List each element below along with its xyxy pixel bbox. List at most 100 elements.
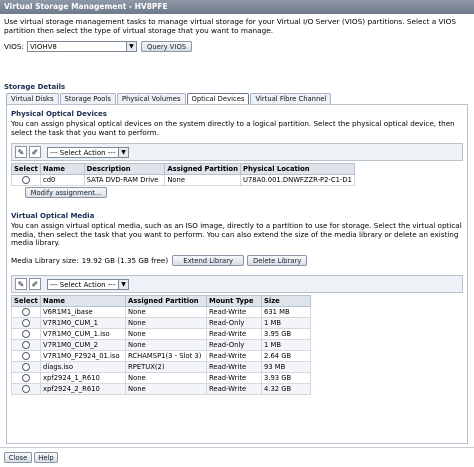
select-all-icon[interactable]: ✎ [15, 146, 27, 158]
media-library-size-label: Media Library size: [11, 256, 79, 265]
media-partition: None [125, 339, 207, 351]
query-vios-button[interactable]: Query VIOS [140, 40, 193, 52]
media-partition: None [125, 383, 207, 395]
media-size: 3.93 GB [261, 372, 311, 384]
virtual-optical-description: You can assign virtual optical media, su… [11, 221, 462, 247]
device-location: U78A0.001.DNWFZZR-P2-C1-D1 [239, 174, 356, 186]
column-header: Name [40, 295, 126, 307]
row-select-cell[interactable] [11, 350, 41, 362]
media-mount-type: Read-Write [206, 306, 262, 318]
footer-divider [0, 447, 474, 448]
radio-button[interactable] [22, 330, 30, 338]
media-name: xpf2924_2_R610 [40, 383, 126, 395]
intro-text: Use virtual storage management tasks to … [4, 17, 457, 35]
virtual-action-select[interactable]: --- Select Action --- ▼ [47, 278, 129, 290]
table-row: diags.iso RPETUX(2) Read-Write 93 MB [11, 361, 311, 373]
media-name: xpf2924_1_R610 [40, 372, 126, 384]
deselect-all-icon[interactable]: ✐ [29, 278, 41, 290]
radio-button[interactable] [22, 374, 30, 382]
media-name: V7R1M0_CUM_1.iso [40, 328, 126, 340]
table-row: V6R1M1_ibase None Read-Write 631 MB [11, 306, 311, 318]
extend-library-button[interactable]: Extend Library [172, 255, 245, 266]
table-row: V7R1M0_CUM_2 None Read-Only 1 MB [11, 339, 311, 351]
media-mount-type: Read-Write [206, 372, 262, 384]
media-name: V7R1M0_F2924_01.iso [40, 350, 126, 362]
media-size: 93 MB [261, 361, 311, 373]
media-size: 1 MB [261, 339, 311, 351]
help-button[interactable]: Help [34, 452, 58, 463]
radio-button[interactable] [22, 308, 30, 316]
virtual-action-value: --- Select Action --- [50, 280, 116, 289]
media-partition: None [125, 328, 207, 340]
media-library-size-value: 19.92 GB (1.35 GB free) [81, 256, 169, 265]
close-button[interactable]: Close [4, 452, 32, 463]
column-header: Mount Type [206, 295, 262, 307]
storage-details-heading: Storage Details [4, 83, 66, 91]
media-partition: RCHAMSP1(3 - Slot 3) [125, 350, 207, 362]
physical-optical-description: You can assign physical optical devices … [11, 119, 455, 137]
row-select-cell[interactable] [11, 328, 41, 340]
virtual-optical-heading: Virtual Optical Media [11, 212, 95, 220]
radio-button[interactable] [22, 363, 30, 371]
column-header: Name [39, 163, 85, 175]
row-select-cell[interactable] [11, 174, 41, 186]
column-header: Description [83, 163, 166, 175]
media-library-row: Media Library size: 19.92 GB (1.35 GB fr… [11, 255, 308, 266]
media-name: V6R1M1_ibase [40, 306, 126, 318]
row-select-cell[interactable] [11, 339, 41, 351]
media-partition: None [125, 317, 207, 329]
media-size: 3.95 GB [261, 328, 311, 340]
device-description: SATA DVD-RAM Drive [83, 174, 166, 186]
column-header: Select [11, 295, 41, 307]
virtual-toolbar: ✎ ✐ --- Select Action --- ▼ [11, 275, 463, 293]
media-mount-type: Read-Write [206, 361, 262, 373]
vios-select[interactable]: VIOHV8 ▼ [26, 40, 137, 52]
table-header-row: Select Name Description Assigned Partiti… [11, 163, 356, 175]
virtual-media-table: Select Name Assigned Partition Mount Typ… [11, 295, 311, 395]
row-select-cell[interactable] [11, 361, 41, 373]
media-name: V7R1M0_CUM_1 [40, 317, 126, 329]
physical-toolbar: ✎ ✐ --- Select Action --- ▼ [11, 143, 463, 161]
table-row: xpf2924_1_R610 None Read-Write 3.93 GB [11, 372, 311, 384]
column-header: Assigned Partition [164, 163, 241, 175]
row-select-cell[interactable] [11, 383, 41, 395]
row-select-cell[interactable] [11, 317, 41, 329]
media-size: 4.32 GB [261, 383, 311, 395]
radio-button[interactable] [22, 319, 30, 327]
radio-button[interactable] [22, 352, 30, 360]
vios-label: VIOS: [4, 41, 24, 51]
radio-button[interactable] [22, 341, 30, 349]
physical-devices-table: Select Name Description Assigned Partiti… [11, 163, 356, 186]
row-select-cell[interactable] [11, 306, 41, 318]
modify-assignment-button[interactable]: Modify assignment... [25, 187, 107, 198]
column-header: Assigned Partition [125, 295, 207, 307]
row-select-cell[interactable] [11, 372, 41, 384]
physical-action-value: --- Select Action --- [50, 148, 116, 157]
table-row: V7R1M0_F2924_01.iso RCHAMSP1(3 - Slot 3)… [11, 350, 311, 362]
media-partition: None [125, 372, 207, 384]
media-size: 2.64 GB [261, 350, 311, 362]
column-header: Size [261, 295, 311, 307]
media-mount-type: Read-Only [206, 317, 262, 329]
radio-button[interactable] [21, 176, 30, 184]
media-mount-type: Read-Write [206, 350, 262, 362]
column-header: Select [11, 163, 41, 175]
media-name: V7R1M0_CUM_2 [40, 339, 126, 351]
window-title: Virtual Storage Management - HV8PFE [0, 0, 474, 14]
delete-library-button[interactable]: Delete Library [247, 255, 308, 266]
device-name: cd0 [39, 174, 85, 186]
deselect-all-icon[interactable]: ✐ [29, 146, 41, 158]
media-partition: RPETUX(2) [125, 361, 207, 373]
table-row: xpf2924_2_R610 None Read-Write 4.32 GB [11, 383, 311, 395]
media-mount-type: Read-Write [206, 383, 262, 395]
column-header: Physical Location [239, 163, 356, 175]
media-partition: None [125, 306, 207, 318]
table-row: V7R1M0_CUM_1.iso None Read-Write 3.95 GB [11, 328, 311, 340]
physical-action-select[interactable]: --- Select Action --- ▼ [47, 146, 129, 158]
physical-optical-heading: Physical Optical Devices [11, 110, 107, 118]
radio-button[interactable] [22, 385, 30, 393]
media-mount-type: Read-Write [206, 328, 262, 340]
table-header-row: Select Name Assigned Partition Mount Typ… [11, 295, 311, 307]
select-all-icon[interactable]: ✎ [15, 278, 27, 290]
footer-buttons: Close Help [4, 452, 58, 463]
